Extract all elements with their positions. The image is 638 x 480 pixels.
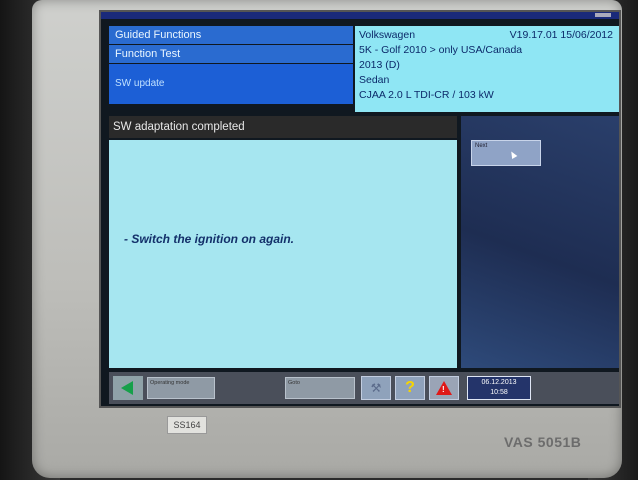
wrench-icon: ⚒ — [370, 381, 382, 395]
time-text: 10:58 — [490, 389, 508, 396]
device-model-label: VAS 5051B — [504, 434, 582, 450]
side-panel: Next — [461, 116, 619, 368]
diagnostic-device: Guided Functions Function Test SW update… — [32, 0, 622, 478]
goto-field[interactable]: Goto — [285, 377, 355, 399]
top-bar — [101, 12, 619, 19]
function-nav: Guided Functions Function Test SW update — [109, 26, 353, 105]
date-text: 06.12.2013 — [481, 379, 517, 386]
next-button[interactable]: Next — [471, 140, 541, 166]
tools-button[interactable]: ⚒ — [361, 376, 391, 400]
vehicle-make: Volkswagen — [359, 29, 416, 41]
vehicle-info-panel: Volkswagen V19.17.01 15/06/2012 5K - Gol… — [355, 26, 619, 112]
content-panel: - Switch the ignition on again. — [109, 140, 457, 368]
warning-button[interactable]: ! — [429, 376, 459, 400]
window-controls[interactable] — [595, 13, 611, 17]
back-arrow-icon — [121, 381, 133, 395]
instruction-text: - Switch the ignition on again. — [124, 232, 294, 246]
help-button[interactable]: ? — [395, 376, 425, 400]
vehicle-model: 5K - Golf 2010 > only USA/Canada — [359, 44, 523, 56]
nav-item-sw-update[interactable]: SW update — [109, 64, 353, 104]
next-button-label: Next — [475, 143, 488, 149]
page-title: SW adaptation completed — [109, 116, 457, 138]
vehicle-body: Sedan — [359, 74, 390, 86]
nav-item-function-test[interactable]: Function Test — [109, 45, 353, 63]
operating-mode-field[interactable]: Operating mode — [147, 377, 215, 399]
device-sticker-label: SS164 — [167, 416, 207, 434]
mouse-cursor-icon — [508, 149, 518, 160]
help-icon: ? — [405, 379, 415, 396]
vehicle-year: 2013 (D) — [359, 59, 400, 71]
date-time-display: 06.12.2013 10:58 — [467, 376, 531, 400]
screen: Guided Functions Function Test SW update… — [99, 10, 621, 408]
vehicle-engine: CJAA 2.0 L TDI-CR / 103 kW — [359, 89, 494, 101]
back-button[interactable] — [113, 376, 143, 400]
software-version: V19.17.01 15/06/2012 — [509, 29, 613, 41]
nav-item-guided-functions[interactable]: Guided Functions — [109, 26, 353, 44]
bottom-toolbar: Operating mode Goto ⚒ ? ! 06.12.2013 10:… — [109, 372, 619, 404]
